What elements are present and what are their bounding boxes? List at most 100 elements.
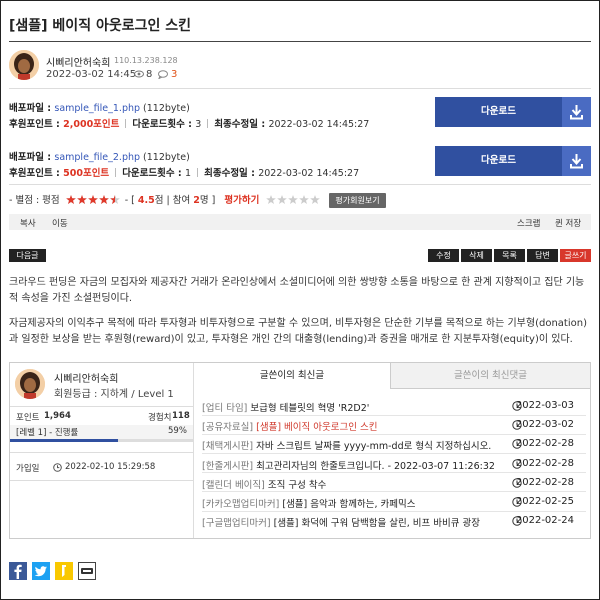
list-item[interactable]: [구글맵업티마커] [샘플] 화덕에 구워 담백함을 살린, 비프 바비큐 광장… xyxy=(202,515,586,529)
list-item-category: [채택게시판] xyxy=(202,441,254,453)
rater-list-button[interactable]: 평가회원보기 xyxy=(329,193,386,208)
profile-exp: 118 xyxy=(172,411,190,421)
points-label: 후원포인트 : xyxy=(9,119,64,130)
file-2-download-button[interactable]: 다운로드 xyxy=(435,146,591,176)
level-progress-label: [레벨 1] - 진행률 xyxy=(16,428,79,438)
list-item[interactable]: [캘린더 베이직] 조직 구성 착수 2022-02-28 xyxy=(202,477,586,491)
download-label: 다운로드 xyxy=(481,106,516,117)
list-item-title[interactable]: [샘플] 화덕에 구워 담백함을 살린, 비프 바비큐 광장 xyxy=(271,518,480,529)
rate-star-icons[interactable] xyxy=(266,195,322,204)
level-progress-row: [레벨 1] - 진행률 59% xyxy=(10,425,193,439)
list-item[interactable]: [공유자료실] [샘플] 베이직 아웃로그인 스킨 2022-03-02 xyxy=(202,419,586,433)
profile-column-divider xyxy=(193,363,194,538)
profile-joined: 2022-02-10 15:29:58 xyxy=(65,462,156,472)
list-item-category: [캘린더 베이직] xyxy=(202,479,265,491)
list-separator xyxy=(202,433,586,435)
modified-label: 최종수정일 : xyxy=(204,168,259,179)
list-item[interactable]: [채택게시판] 자바 스크립트 날짜를 yyyy-mm-dd로 형식 지정하십시… xyxy=(202,438,586,452)
facebook-icon[interactable] xyxy=(9,562,27,580)
points-label: 후원포인트 : xyxy=(9,168,64,179)
list-item-title[interactable]: 보급형 테블릿의 혁명 'R2D2' xyxy=(247,403,369,414)
meta-divider xyxy=(9,88,591,89)
list-item-title[interactable]: 자바 스크립트 날짜를 yyyy-mm-dd로 형식 지정하십시오. xyxy=(253,441,491,452)
write-button[interactable]: 글쓰기 xyxy=(560,249,591,262)
file-1-name-row: 배포파일 : sample_file_1.php (112byte) xyxy=(9,100,190,114)
post-toolbar: 복사 이동 스크랩 퀸 저장 xyxy=(9,214,591,230)
file-label: 배포파일 : xyxy=(9,152,55,163)
list-item-category: [업티 타임] xyxy=(202,403,248,414)
file-2-link[interactable]: sample_file_2.php xyxy=(54,152,140,163)
post-date: 2022-03-02 14:45 xyxy=(46,69,137,80)
profile-avatar[interactable] xyxy=(15,369,45,399)
list-separator xyxy=(202,491,586,493)
profile-points: 1,964 xyxy=(44,411,71,421)
scrap-button[interactable]: 스크랩 xyxy=(517,217,540,229)
author-info-box: 시삐리안허숙희 회원등급 : 지하계 / Level 1 포인트 1,964 경… xyxy=(9,362,591,539)
download-icon xyxy=(562,97,591,127)
reply-button[interactable]: 답변 xyxy=(527,249,558,262)
post-title: [샘플] 베이직 아웃로그인 스킨 xyxy=(9,18,191,34)
list-separator xyxy=(202,414,586,416)
edit-button[interactable]: 수정 xyxy=(428,249,459,262)
file-1-modified: 2022-03-02 14:45:27 xyxy=(268,119,370,130)
file-2-name-row: 배포파일 : sample_file_2.php (112byte) xyxy=(9,149,190,163)
list-separator xyxy=(202,452,586,454)
list-item[interactable]: [업티 타임] 보급형 테블릿의 혁명 'R2D2' 2022-03-03 xyxy=(202,400,586,414)
kakaostory-icon[interactable] xyxy=(55,562,73,580)
list-item[interactable]: [카카오맵업티마커] [샘플] 음악과 함께하는, 카페믹스 2022-02-25 xyxy=(202,496,586,510)
rate-label: 평가하기 xyxy=(224,195,260,206)
file-label: 배포파일 : xyxy=(9,103,55,114)
list-item-date: 2022-03-03 xyxy=(515,400,574,411)
list-button[interactable]: 목록 xyxy=(494,249,525,262)
list-item-date: 2022-02-28 xyxy=(515,438,574,450)
file-1-download-button[interactable]: 다운로드 xyxy=(435,97,591,127)
file-1-link[interactable]: sample_file_1.php xyxy=(54,103,140,114)
file-2-downloads: 1 xyxy=(185,168,192,179)
band-icon[interactable] xyxy=(78,562,96,580)
tab-latest-posts[interactable]: 글쓴이의 최신글 xyxy=(194,363,390,389)
profile-divider-3 xyxy=(10,480,193,481)
save-button[interactable]: 퀸 저장 xyxy=(555,217,581,229)
profile-divider xyxy=(10,406,193,407)
list-item-date: 2022-02-25 xyxy=(515,496,574,507)
move-button[interactable]: 이동 xyxy=(52,217,68,229)
delete-button[interactable]: 삭제 xyxy=(461,249,492,262)
list-item-date: 2022-02-28 xyxy=(515,476,574,488)
list-item-title[interactable]: [샘플] 음악과 함께하는, 카페믹스 xyxy=(279,499,415,510)
profile-points-row: 포인트 1,964 경험치 118 xyxy=(10,411,193,423)
file-2-points: 500포인트 xyxy=(63,168,110,179)
exp-label: 경험치 xyxy=(148,413,172,423)
tab-latest-comments[interactable]: 글쓴이의 최신댓글 xyxy=(390,363,590,389)
twitter-icon[interactable] xyxy=(32,562,50,580)
file-1-downloads: 3 xyxy=(195,119,202,130)
profile-name[interactable]: 시삐리안허숙희 xyxy=(54,370,118,385)
list-item-category: [공유자료실] xyxy=(202,422,254,434)
author-avatar[interactable] xyxy=(9,50,39,80)
list-item-title[interactable]: [샘플] 베이직 아웃로그인 스킨 xyxy=(253,422,377,433)
comment-count: 3 xyxy=(171,69,178,80)
rating-row: - 별점 : 평점 - [ 4.5점 | 참여 2명 ] 평가하기 평가회원보기 xyxy=(9,192,386,208)
copy-button[interactable]: 복사 xyxy=(20,217,36,229)
level-progress-fill xyxy=(10,439,118,442)
files-divider xyxy=(9,184,591,185)
list-item[interactable]: [한줄게시판] 최고관리자님의 한줄토크입니다. - 2022-03-07 11… xyxy=(202,458,586,472)
score-prefix: - [ xyxy=(124,195,138,206)
author-name[interactable]: 시삐리안허숙희 xyxy=(46,54,110,69)
rating-prefix: - 별점 : 평점 xyxy=(9,195,60,206)
points-label: 포인트 xyxy=(16,413,40,423)
downloads-label: 다운로드횟수 : xyxy=(122,168,186,179)
file-1-points: 2,000포인트 xyxy=(63,119,120,130)
author-ip: 110.13.238.128 xyxy=(114,56,178,65)
list-separator xyxy=(202,510,586,512)
download-icon xyxy=(562,146,591,176)
list-item-title[interactable]: 최고관리자님의 한줄토크입니다. - 2022-03-07 11:26:32 xyxy=(253,461,495,472)
list-item-category: [카카오맵업티마커] xyxy=(202,499,280,510)
eye-icon xyxy=(134,70,144,78)
content-paragraph-1: 크라우드 펀딩은 자금의 모집자와 제공자간 거래가 온라인상에서 소셜미디어에… xyxy=(9,277,585,304)
list-item-title[interactable]: 조직 구성 착수 xyxy=(265,480,326,491)
file-1-size: (112byte) xyxy=(140,103,190,114)
comment-icon xyxy=(158,70,168,79)
next-post-button[interactable]: 다음글 xyxy=(9,249,46,262)
profile-divider-2 xyxy=(10,452,193,453)
level-progress-track xyxy=(10,439,193,442)
